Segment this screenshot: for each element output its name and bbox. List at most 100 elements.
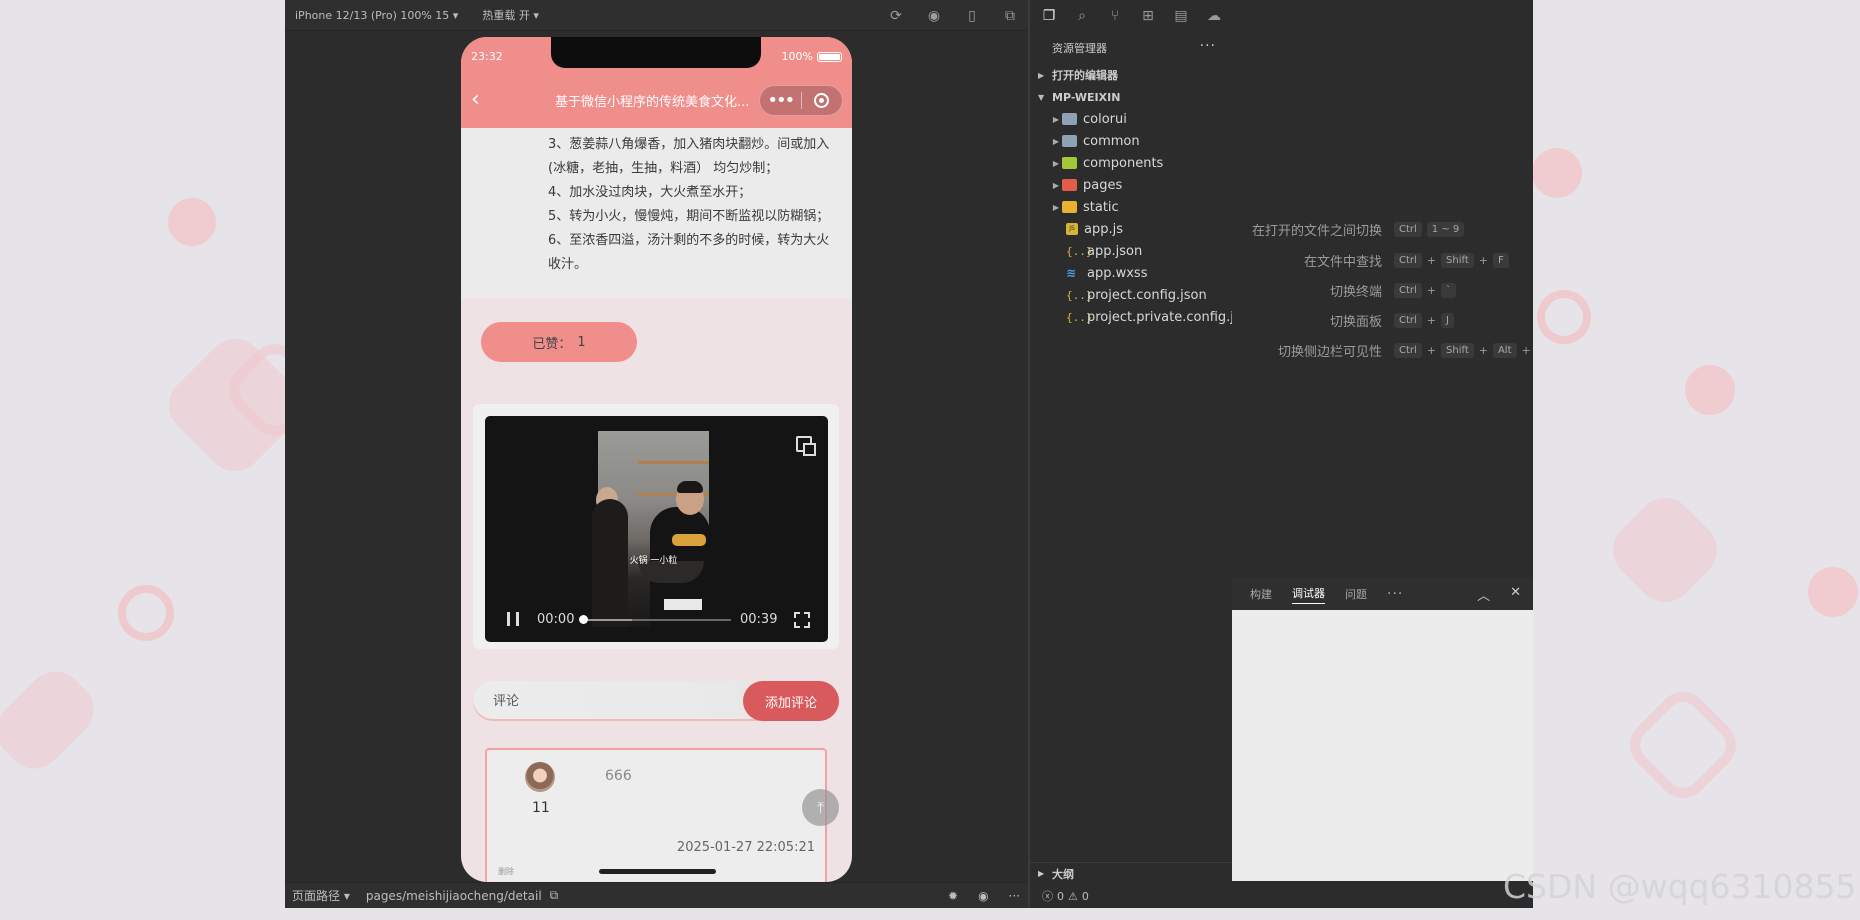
picture-in-picture-icon[interactable] <box>796 436 816 456</box>
more-icon[interactable]: ··· <box>1009 889 1020 903</box>
phone-notch <box>551 37 761 68</box>
key-badge: Ctrl <box>1394 313 1422 328</box>
fullscreen-icon[interactable] <box>794 612 810 628</box>
extensions-icon[interactable]: ⊞ <box>1139 7 1157 25</box>
device-selector[interactable]: iPhone 12/13 (Pro) 100% 15 ▾ <box>295 9 458 22</box>
phone-status-bar: 23:32 100% <box>461 37 852 71</box>
file-item[interactable]: {..} app.json <box>1030 240 1232 262</box>
recipe-step: 5、转为小火，慢慢炖，期间不断监视以防糊锅； <box>548 209 830 224</box>
file-item[interactable]: ≋ app.wxss <box>1030 262 1232 284</box>
shortcut-label: 切换终端 <box>1329 285 1382 300</box>
close-target-icon[interactable] <box>801 93 842 108</box>
shortcut-label: 切换面板 <box>1329 315 1382 330</box>
docker-icon[interactable]: ☁ <box>1205 7 1223 25</box>
like-label: 已赞： <box>532 336 572 352</box>
hot-reload-toggle[interactable]: 热重载 开 ▾ <box>482 7 539 23</box>
comment-bar: 添加评论 <box>473 681 839 721</box>
video-progress-knob[interactable] <box>579 615 588 624</box>
video-buffer-bar <box>583 619 632 621</box>
key-badge: Shift <box>1441 253 1474 268</box>
shortcut-hint: 切换侧边栏可见性Ctrl+Shift+Alt+B <box>1232 341 1533 360</box>
bg-diamond-ring <box>1619 681 1747 809</box>
error-icon: ⓧ <box>1042 890 1053 903</box>
shortcut-hint: 在打开的文件之间切换 Ctrl 1 ~ 9 <box>1232 220 1533 239</box>
simulator-area: 23:32 100% ‹ 基于微信小程序的传统美食文化... ••• 3、葱姜蒜… <box>285 32 1028 882</box>
page-path-label[interactable]: 页面路径 ▾ <box>292 887 350 904</box>
folder-icon <box>1062 113 1077 125</box>
comment-input[interactable] <box>483 681 733 721</box>
more-dots-icon[interactable]: ••• <box>760 85 801 116</box>
video-progress-track[interactable] <box>579 615 731 624</box>
back-to-top-icon[interactable]: ⤒ <box>802 789 839 826</box>
outline-section[interactable]: ▶ 大纲 <box>1030 862 1232 884</box>
file-name: app.js <box>1084 221 1123 237</box>
open-editors-section[interactable]: ▶ 打开的编辑器 <box>1030 64 1232 86</box>
folder-icon <box>1062 179 1077 191</box>
back-arrow-icon[interactable]: ‹ <box>471 89 480 111</box>
video-total-time: 00:39 <box>740 612 778 627</box>
key-plus: + <box>1426 314 1437 327</box>
record-icon[interactable]: ◉ <box>926 8 942 24</box>
avatar <box>525 762 555 792</box>
chevron-right-icon: ▶ <box>1052 180 1060 190</box>
panel-more-icon[interactable]: ··· <box>1387 586 1403 602</box>
comment-card: 11 666 2025-01-27 22:05:21 删除 <box>485 748 827 882</box>
tab-problems[interactable]: 问题 <box>1345 586 1367 602</box>
add-comment-button[interactable]: 添加评论 <box>743 681 839 721</box>
file-item[interactable]: {..} project.config.json <box>1030 284 1232 306</box>
mini-program-capsule: ••• <box>759 85 843 116</box>
folder-item[interactable]: ▶ static <box>1030 196 1232 218</box>
folder-item[interactable]: ▶ pages <box>1030 174 1232 196</box>
simulator-toolbar: iPhone 12/13 (Pro) 100% 15 ▾ 热重载 开 ▾ ⟳ ◉… <box>285 0 1028 31</box>
pause-icon[interactable] <box>507 612 519 626</box>
storage-icon[interactable]: ▤ <box>1172 7 1190 25</box>
warning-count: 0 <box>1081 889 1089 903</box>
like-button[interactable]: 已赞： 1 <box>481 322 637 362</box>
chevron-right-icon: ▶ <box>1052 202 1060 212</box>
project-section[interactable]: ▼ MP-WEIXIN <box>1030 86 1232 108</box>
outline-label: 大纲 <box>1052 867 1074 881</box>
popout-icon[interactable]: ⧉ <box>1002 8 1018 24</box>
key-plus: + <box>1426 284 1437 297</box>
video-card: 火锅 一小粒 00:00 00:39 <box>473 404 839 649</box>
bg-dot <box>168 198 216 246</box>
activity-bar: ❐ ⌕ ⑂ ⊞ ▤ ☁ <box>1030 0 1533 32</box>
refresh-icon[interactable]: ⟳ <box>888 8 904 24</box>
file-item[interactable]: JS app.js <box>1030 218 1232 240</box>
problems-status[interactable]: ⓧ 0 ⚠ 0 <box>1030 884 1232 908</box>
comment-delete-link[interactable]: 删除 <box>498 866 514 877</box>
bg-diamond <box>1601 486 1729 614</box>
source-control-icon[interactable]: ⑂ <box>1106 7 1124 25</box>
phone-time: 23:32 <box>471 50 503 63</box>
bg-dot <box>1808 567 1858 617</box>
tab-build[interactable]: 构建 <box>1250 586 1272 602</box>
file-item[interactable]: {..}project.private.config.js... <box>1030 306 1232 328</box>
debugger-panel-body[interactable] <box>1232 610 1533 881</box>
shortcut-hint: 切换终端 Ctrl + ` <box>1232 281 1533 300</box>
bg-dot <box>1532 148 1582 198</box>
folder-item[interactable]: ▶ common <box>1030 130 1232 152</box>
chevron-right-icon: ▶ <box>1038 869 1045 878</box>
search-icon[interactable]: ⌕ <box>1073 7 1091 25</box>
explorer-files-icon[interactable]: ❐ <box>1040 7 1058 25</box>
copy-icon[interactable]: ⧉ <box>550 888 559 903</box>
key-badge: Ctrl <box>1394 283 1422 298</box>
file-name: project.config.json <box>1087 287 1207 303</box>
key-badge: ` <box>1441 283 1457 298</box>
bug-icon[interactable]: ✹ <box>948 889 958 903</box>
phone-icon[interactable]: ▯ <box>964 8 980 24</box>
close-icon[interactable]: ✕ <box>1510 585 1521 604</box>
chevron-right-icon: ▶ <box>1038 70 1045 80</box>
key-badge: Ctrl <box>1394 222 1422 237</box>
tab-debugger[interactable]: 调试器 <box>1292 585 1325 604</box>
shortcut-keys: Ctrl+Shift+Alt+B <box>1394 343 1533 358</box>
explorer-more-icon[interactable]: ··· <box>1200 38 1216 54</box>
video-player[interactable]: 火锅 一小粒 00:00 00:39 <box>485 416 828 642</box>
shortcut-label: 在打开的文件之间切换 <box>1251 224 1382 239</box>
eye-icon[interactable]: ◉ <box>978 889 988 903</box>
explorer-header: 资源管理器 ··· <box>1030 32 1232 64</box>
comment-username: 11 <box>532 800 550 816</box>
folder-item[interactable]: ▶ components <box>1030 152 1232 174</box>
chevron-up-icon[interactable]: ︿ <box>1477 585 1490 604</box>
folder-item[interactable]: ▶ colorui <box>1030 108 1232 130</box>
